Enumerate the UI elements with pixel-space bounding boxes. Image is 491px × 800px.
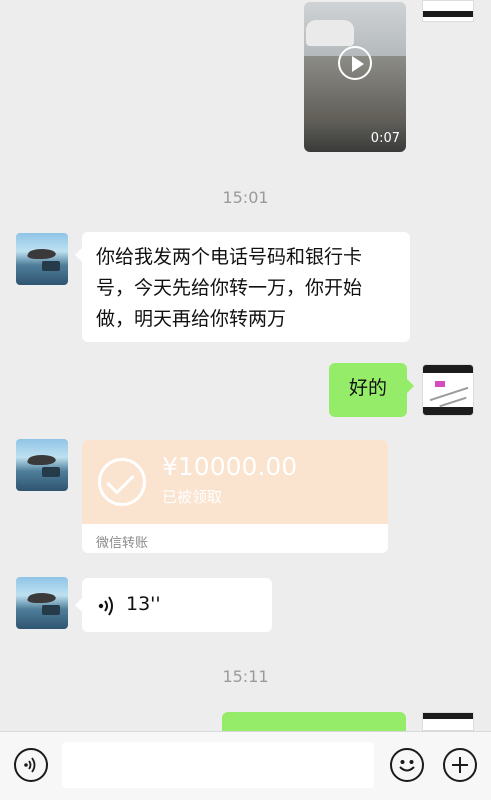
emoji-icon[interactable] [390,748,424,782]
timestamp: 15:11 [222,667,269,686]
play-icon[interactable] [338,46,372,80]
avatar-partial-top-right [422,0,474,22]
avatar-contact[interactable] [16,577,68,629]
avatar-contact[interactable] [16,233,68,285]
transfer-label: 微信转账 [96,536,149,551]
plus-icon[interactable] [443,748,477,782]
video-message[interactable]: 0:07 [304,2,406,152]
avatar-self-partial [422,712,474,731]
message-bubble-outgoing[interactable]: 好的 [329,363,414,417]
voice-icon[interactable] [14,748,48,782]
message-text: 好的 [348,377,387,399]
message-text: 你给我发两个电话号码和银行卡号，今天先给你转一万，你开始做，明天再给你转两万 [96,246,363,330]
voice-duration: 13'' [126,593,161,615]
message-input[interactable] [62,742,374,788]
avatar-contact[interactable] [16,439,68,491]
chat-input-bar [0,731,491,800]
message-bubble-incoming[interactable]: 你给我发两个电话号码和银行卡号，今天先给你转一万，你开始做，明天再给你转两万 [75,232,410,342]
transfer-status: 已被领取 [162,488,223,506]
voice-message[interactable]: 13'' [75,578,272,632]
transfer-amount: ¥10000.00 [162,452,298,481]
avatar-self[interactable] [422,364,474,416]
wechat-transfer-card[interactable]: ¥10000.00 已被领取 微信转账 [82,440,388,553]
check-icon [98,458,146,506]
timestamp: 15:01 [222,188,269,207]
voice-wave-icon [98,596,113,616]
video-duration: 0:07 [370,131,400,146]
video-thumbnail-car [306,20,354,46]
message-bubble-outgoing-partial[interactable] [222,712,406,731]
